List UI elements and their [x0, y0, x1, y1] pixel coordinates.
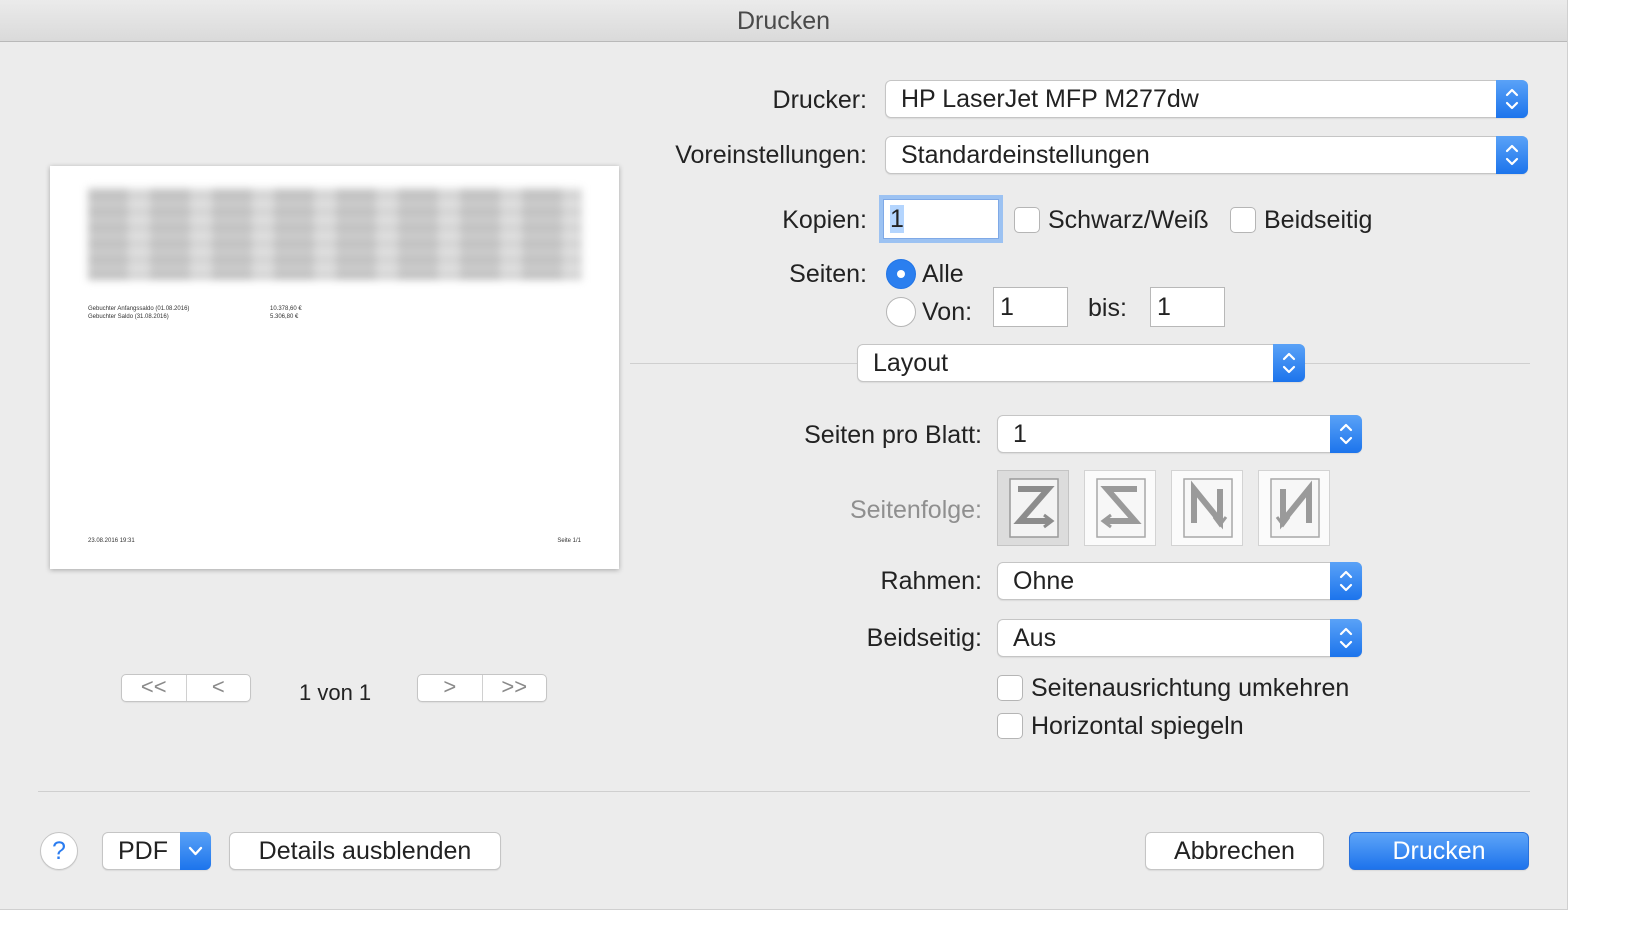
pages-label: Seiten:	[789, 260, 867, 288]
printer-popup[interactable]: HP LaserJet MFP M277dw	[885, 80, 1528, 118]
n-order-button[interactable]	[1171, 470, 1243, 546]
copies-label: Kopien:	[782, 206, 867, 234]
footer-divider	[38, 791, 1530, 792]
pages-from-input[interactable]: 1	[993, 287, 1068, 327]
preview-line2-value: 5.306,80 €	[270, 314, 299, 320]
pages-range-radio[interactable]	[886, 297, 916, 327]
pages-per-sheet-label: Seiten pro Blatt:	[804, 421, 982, 449]
printer-label: Drucker:	[772, 86, 867, 114]
two-sided-value: Aus	[1013, 624, 1057, 652]
duplex-label: Beidseitig	[1264, 206, 1373, 234]
first-page-button[interactable]: <<	[122, 675, 186, 701]
section-popup[interactable]: Layout	[857, 344, 1305, 382]
z-order-button[interactable]	[997, 470, 1069, 546]
presets-popup[interactable]: Standardeinstellungen	[885, 136, 1528, 174]
reverse-orientation-checkbox[interactable]	[997, 675, 1023, 701]
pages-all-radio[interactable]	[886, 259, 916, 289]
updown-chevron-icon	[1273, 344, 1305, 382]
pdf-label: PDF	[118, 837, 168, 865]
preview-line2-label: Gebuchter Saldo (31.08.2016)	[88, 314, 169, 320]
printer-value: HP LaserJet MFP M277dw	[901, 85, 1199, 113]
print-button[interactable]: Drucken	[1349, 832, 1529, 870]
flip-horizontal-label: Horizontal spiegeln	[1031, 712, 1244, 740]
page-indicator: 1 von 1	[299, 680, 372, 705]
help-button[interactable]: ?	[40, 832, 78, 870]
preview-footer-date: 23.08.2016 19:31	[88, 538, 135, 544]
updown-chevron-icon	[1496, 136, 1528, 174]
window-title: Drucken	[0, 0, 1567, 42]
two-sided-popup[interactable]: Aus	[997, 619, 1362, 657]
pages-from-label: Von:	[922, 298, 973, 326]
pages-to-input[interactable]: 1	[1150, 287, 1225, 327]
updown-chevron-icon	[1330, 562, 1362, 600]
duplex-checkbox[interactable]	[1230, 207, 1256, 233]
updown-chevron-icon	[1330, 415, 1362, 453]
cancel-button[interactable]: Abbrechen	[1145, 832, 1324, 870]
pdf-menu-button[interactable]: PDF	[102, 832, 211, 870]
reverse-n-order-button[interactable]	[1258, 470, 1330, 546]
blurred-table	[88, 188, 582, 280]
page-nav-forward: > >>	[417, 674, 547, 702]
next-page-button[interactable]: >	[418, 675, 482, 701]
border-value: Ohne	[1013, 567, 1075, 595]
copies-input[interactable]: 1	[883, 199, 999, 239]
border-label: Rahmen:	[880, 567, 982, 595]
print-dialog: Drucken Gebuchter Anfangssaldo (01.08.20…	[0, 0, 1568, 910]
preview-line1-label: Gebuchter Anfangssaldo (01.08.2016)	[88, 306, 190, 312]
help-icon: ?	[52, 837, 66, 865]
preview-footer-page: Seite 1/1	[557, 538, 581, 544]
pages-per-sheet-value: 1	[1013, 420, 1027, 448]
updown-chevron-icon	[1330, 619, 1362, 657]
preview-line1-value: 10.378,60 €	[270, 306, 302, 312]
pages-all-label: Alle	[922, 260, 964, 288]
border-popup[interactable]: Ohne	[997, 562, 1362, 600]
hide-details-button[interactable]: Details ausblenden	[229, 832, 501, 870]
two-sided-label: Beidseitig:	[866, 624, 982, 652]
pages-per-sheet-popup[interactable]: 1	[997, 415, 1362, 453]
updown-chevron-icon	[1496, 80, 1528, 118]
reverse-orientation-label: Seitenausrichtung umkehren	[1031, 674, 1350, 702]
bw-checkbox[interactable]	[1014, 207, 1040, 233]
chevron-down-icon	[180, 832, 211, 870]
bw-label: Schwarz/Weiß	[1048, 206, 1209, 234]
flip-horizontal-checkbox[interactable]	[997, 713, 1023, 739]
previous-page-button[interactable]: <	[185, 675, 251, 701]
page-preview: Gebuchter Anfangssaldo (01.08.2016) 10.3…	[50, 166, 619, 569]
presets-label: Voreinstellungen:	[675, 141, 867, 169]
page-nav-back: << <	[121, 674, 251, 702]
reverse-z-order-button[interactable]	[1084, 470, 1156, 546]
presets-value: Standardeinstellungen	[901, 141, 1150, 169]
section-value: Layout	[873, 349, 949, 377]
pages-to-label: bis:	[1088, 294, 1127, 322]
last-page-button[interactable]: >>	[481, 675, 547, 701]
page-order-label: Seitenfolge:	[849, 496, 982, 524]
